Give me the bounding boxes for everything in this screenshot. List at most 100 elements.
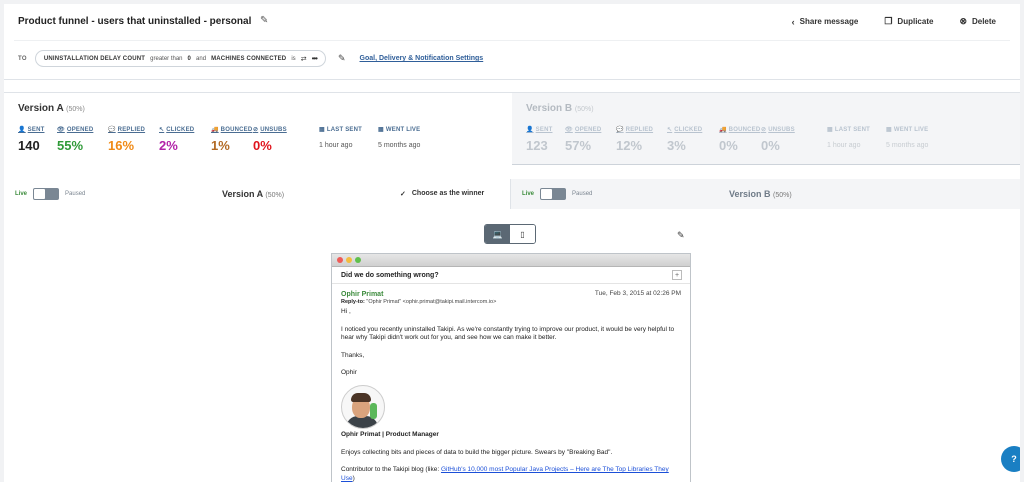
metric-b-last-sent-label: ▦ LAST SENT xyxy=(827,127,871,133)
choose-winner-button[interactable]: ✓ Choose as the winner xyxy=(400,190,484,198)
email-body: Ophir Primat Tue, Feb 3, 2015 at 02:26 P… xyxy=(332,284,690,482)
version-a-tab-title: Version A (50%) xyxy=(222,189,284,199)
metric-opened[interactable]: 👁 OPENED 55% xyxy=(57,126,93,153)
live-label: Live xyxy=(522,191,535,197)
reply-to-label: Reply-to: xyxy=(341,299,365,306)
edit-message-pencil-icon[interactable]: ✎ xyxy=(677,230,685,241)
metric-opened-value: 55% xyxy=(57,138,84,153)
metric-sent-label: 👤 SENT xyxy=(18,127,45,133)
metric-went-live-value: 5 months ago xyxy=(378,142,421,149)
metric-bounced[interactable]: 🚚 BOUNCED 1% xyxy=(211,126,252,153)
metric-b-replied[interactable]: 💬 REPLIED 12% xyxy=(616,126,653,153)
delete-button[interactable]: ⊗ Delete xyxy=(959,16,996,27)
email-thanks: Thanks, xyxy=(341,351,365,359)
metric-opened-label: 👁 OPENED xyxy=(57,127,94,133)
metric-b-sent[interactable]: 👤 SENT 123 xyxy=(526,126,552,153)
version-a-live-toggle-group: Live Paused xyxy=(15,188,85,200)
more-filters-icon[interactable]: ••• xyxy=(312,54,318,63)
metric-b-opened-label: 👁 OPENED xyxy=(565,127,602,133)
device-preview-toggle: 💻 ▯ xyxy=(484,224,536,244)
metric-unsubs-value: 0% xyxy=(253,138,272,153)
variant-tab-a[interactable]: Live Paused Version A (50%) ✓ Choose as … xyxy=(4,179,510,209)
version-b-live-toggle[interactable] xyxy=(540,188,567,200)
live-label: Live xyxy=(15,191,28,197)
metric-unsubs-label: ⊘ UNSUBS xyxy=(253,127,287,133)
metric-replied[interactable]: 💬 REPLIED 16% xyxy=(108,126,145,153)
email-contributor-line: Contributor to the Takipi blog (like: Gi… xyxy=(341,466,669,482)
swap-arrows-icon: ⇄ xyxy=(300,55,307,63)
person-icon: 👤 xyxy=(18,127,26,133)
email-reply-to: Reply-to: "Ophir Primat" <ophir.primat@t… xyxy=(341,299,681,306)
metric-unsubs[interactable]: ⊘ UNSUBS 0% xyxy=(253,126,287,153)
metric-b-bounced-value: 0% xyxy=(719,138,738,153)
filter-val-1: 0 xyxy=(187,55,192,62)
truck-icon: 🚚 xyxy=(211,127,219,133)
goal-settings-link[interactable]: Goal, Delivery & Notification Settings xyxy=(360,55,484,62)
metric-b-unsubs-label: ⊘ UNSUBS xyxy=(761,127,795,133)
metric-b-clicked[interactable]: ↖ CLICKED 3% xyxy=(667,126,702,153)
version-b-stats: Version B (50%) 👤 SENT 123 👁 OPENED 57% 💬 R… xyxy=(512,93,1020,166)
email-subject-text: Did we do something wrong? xyxy=(341,272,439,279)
version-a-tab-name: Version A xyxy=(222,189,263,199)
ab-stats-panel: Version A (50%) 👤 SENT 140 👁 OPENED 55% 💬 R… xyxy=(4,92,1020,166)
share-message-button[interactable]: ‹ Share message xyxy=(792,16,859,27)
metric-last-sent: ▦ LAST SENT 1 hour ago xyxy=(319,126,362,149)
message-header: Product funnel - users that uninstalled … xyxy=(4,4,1020,80)
filter-op-2: is xyxy=(291,55,296,62)
metric-b-last-sent: ▦ LAST SENT 1 hour ago xyxy=(827,126,870,149)
version-b-tab-name: Version B xyxy=(729,189,771,199)
help-chat-icon[interactable]: ? xyxy=(1001,446,1020,472)
close-dot-icon xyxy=(337,257,343,263)
desktop-preview-button[interactable]: 💻 xyxy=(485,225,510,243)
calendar-icon: ▦ xyxy=(827,127,833,133)
version-a-live-toggle[interactable] xyxy=(33,188,60,200)
eye-icon: 👁 xyxy=(57,127,65,133)
email-preview-window: Did we do something wrong? + Ophir Prima… xyxy=(331,253,691,482)
metric-b-sent-label: 👤 SENT xyxy=(526,127,553,133)
choose-winner-label: Choose as the winner xyxy=(411,190,485,197)
plus-icon[interactable]: + xyxy=(672,270,682,280)
edit-title-pencil-icon[interactable]: ✎ xyxy=(260,15,268,26)
metric-b-opened[interactable]: 👁 OPENED 57% xyxy=(565,126,601,153)
metric-b-unsubs[interactable]: ⊘ UNSUBS 0% xyxy=(761,126,795,153)
metric-clicked-value: 2% xyxy=(159,138,178,153)
toggle-knob xyxy=(34,189,46,199)
delete-label: Delete xyxy=(971,17,996,26)
variant-tab-b[interactable]: Live Paused Version B (50%) xyxy=(510,179,1020,209)
calendar-icon: ▦ xyxy=(319,127,325,133)
metric-replied-value: 16% xyxy=(108,138,135,153)
version-b-tab-split: (50%) xyxy=(773,192,792,199)
filter-conj: and xyxy=(196,55,207,62)
filter-attr-2: MACHINES CONNECTED xyxy=(211,55,287,62)
mobile-phone-icon: ▯ xyxy=(520,229,525,239)
metric-b-went-live: ▦ WENT LIVE 5 months ago xyxy=(886,126,928,149)
email-bio: Enjoys collecting bits and pieces of dat… xyxy=(341,448,613,456)
audience-filter-pill[interactable]: UNINSTALLATION DELAY COUNT greater than … xyxy=(34,50,326,67)
version-b-split: (50%) xyxy=(574,106,594,113)
metric-b-last-sent-value: 1 hour ago xyxy=(827,142,861,149)
version-b-stats-title: Version B (50%) xyxy=(526,103,594,114)
email-from-row: Ophir Primat Tue, Feb 3, 2015 at 02:26 P… xyxy=(341,290,681,299)
laptop-icon: 💻 xyxy=(492,229,503,239)
version-b-tab-title: Version B (50%) xyxy=(729,189,792,199)
email-date: Tue, Feb 3, 2015 at 02:26 PM xyxy=(594,290,681,297)
metric-b-replied-label: 💬 REPLIED xyxy=(616,127,654,133)
metric-last-sent-label: ▦ LAST SENT xyxy=(319,127,363,133)
edit-audience-pencil-icon[interactable]: ✎ xyxy=(338,53,346,64)
filter-op-1: greater than xyxy=(150,55,183,62)
metric-sent[interactable]: 👤 SENT 140 xyxy=(18,126,44,153)
filter-attr-1: UNINSTALLATION DELAY COUNT xyxy=(43,55,146,62)
calendar-icon: ▦ xyxy=(378,127,384,133)
metric-b-bounced[interactable]: 🚚 BOUNCED 0% xyxy=(719,126,760,153)
version-a-name: Version A xyxy=(18,103,64,114)
cursor-icon: ↖ xyxy=(667,127,673,133)
email-sender: Ophir Primat xyxy=(341,291,384,298)
metric-sent-value: 140 xyxy=(18,138,40,153)
mobile-preview-button[interactable]: ▯ xyxy=(510,225,535,243)
metric-clicked[interactable]: ↖ CLICKED 2% xyxy=(159,126,194,153)
header-divider xyxy=(14,40,1010,41)
metric-b-opened-value: 57% xyxy=(565,138,592,153)
chat-bubble-icon: 💬 xyxy=(108,127,116,133)
sender-avatar xyxy=(341,385,385,430)
duplicate-button[interactable]: ❐ Duplicate xyxy=(884,16,933,27)
